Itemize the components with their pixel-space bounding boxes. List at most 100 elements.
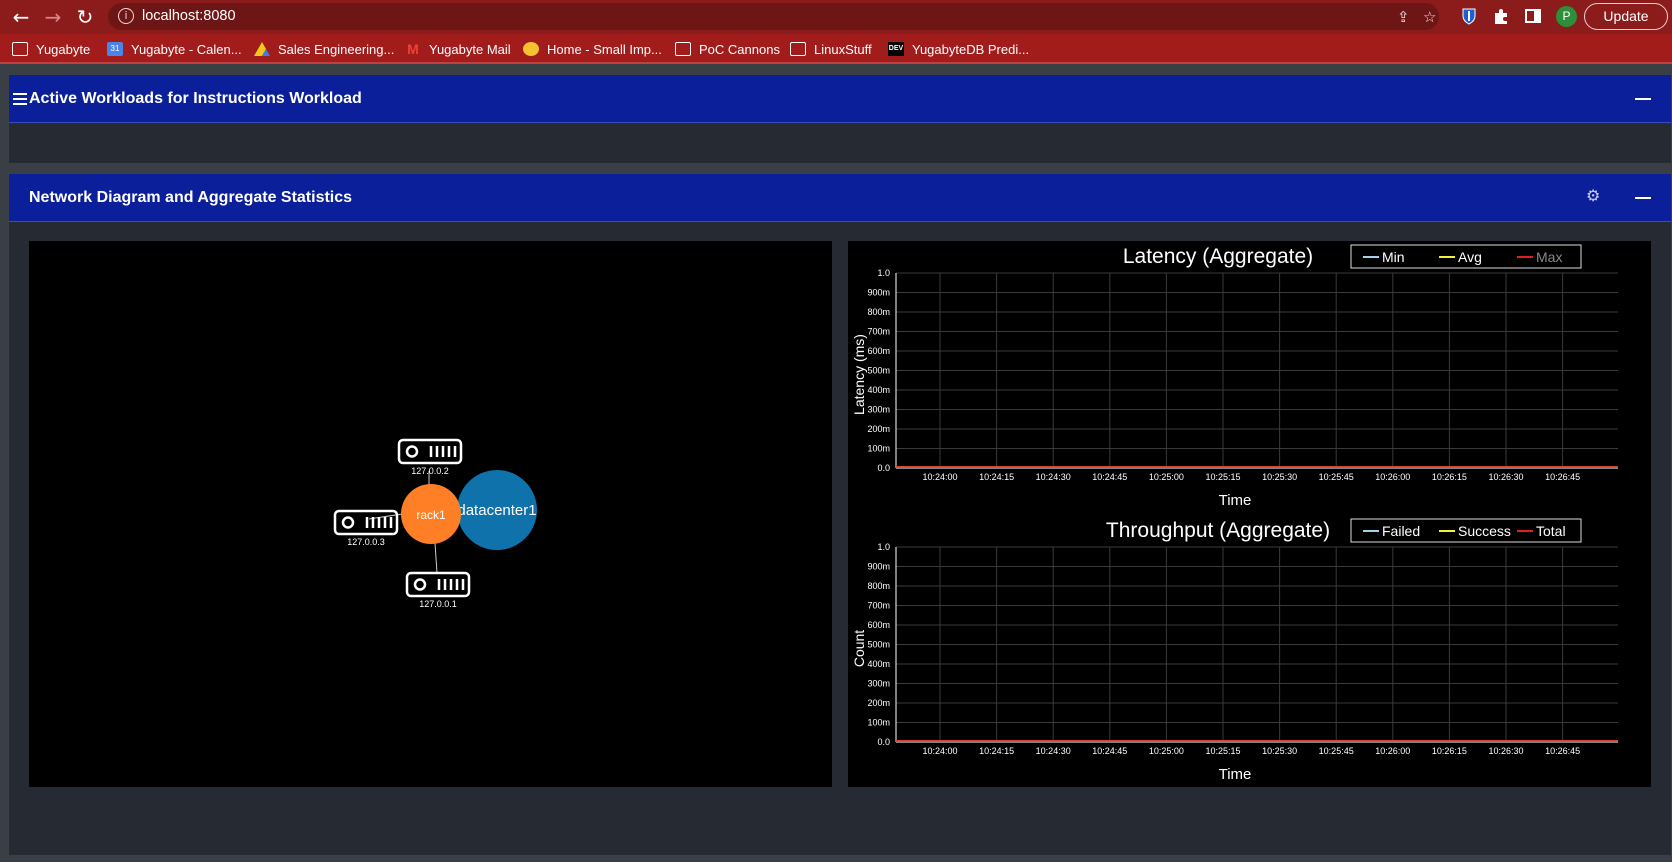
x-tick-label: 10:26:15 bbox=[1432, 746, 1467, 756]
y-axis-label: Latency (ms) bbox=[851, 334, 867, 415]
y-tick-label: 300m bbox=[867, 405, 890, 415]
calendar-icon: 31 bbox=[107, 42, 123, 56]
menu-icon[interactable] bbox=[13, 93, 27, 108]
back-arrow-icon[interactable]: ← bbox=[8, 4, 34, 30]
y-tick-label: 0.0 bbox=[877, 737, 890, 747]
x-tick-label: 10:26:45 bbox=[1545, 746, 1580, 756]
folder-icon bbox=[675, 42, 691, 56]
legend-label: Min bbox=[1382, 249, 1405, 265]
bookmark-sales-engineering[interactable]: Sales Engineering... bbox=[254, 40, 394, 58]
x-tick-label: 10:24:00 bbox=[922, 746, 957, 756]
minimize-icon[interactable] bbox=[1635, 197, 1651, 199]
y-tick-label: 800m bbox=[867, 307, 890, 317]
x-tick-label: 10:24:45 bbox=[1092, 472, 1127, 482]
y-tick-label: 1.0 bbox=[877, 542, 890, 552]
bitwarden-shield-icon[interactable] bbox=[1460, 7, 1478, 25]
share-icon[interactable]: ⇪ bbox=[1397, 8, 1410, 26]
y-tick-label: 900m bbox=[867, 562, 890, 572]
folder-icon bbox=[12, 42, 28, 56]
reload-icon[interactable]: ↻ bbox=[72, 4, 98, 30]
app-content: Active Workloads for Instructions Worklo… bbox=[0, 66, 1672, 862]
bookmark-yugabytedb[interactable]: DEV YugabyteDB Predi... bbox=[888, 40, 1029, 58]
drive-icon bbox=[254, 42, 270, 56]
panel-title: Network Diagram and Aggregate Statistics bbox=[29, 189, 353, 206]
x-tick-label: 10:25:00 bbox=[1149, 746, 1184, 756]
x-tick-label: 10:25:45 bbox=[1319, 746, 1354, 756]
y-tick-label: 200m bbox=[867, 698, 890, 708]
x-tick-label: 10:25:15 bbox=[1205, 472, 1240, 482]
server-label: 127.0.0.1 bbox=[419, 599, 457, 609]
bookmark-yugabyte-mail[interactable]: M Yugabyte Mail bbox=[405, 40, 511, 58]
y-tick-label: 100m bbox=[867, 718, 890, 728]
panel-title: Active Workloads for Instructions Worklo… bbox=[29, 90, 362, 107]
datacenter-label: datacenter1 bbox=[457, 502, 536, 519]
x-tick-label: 10:26:00 bbox=[1375, 472, 1410, 482]
address-bar[interactable]: i localhost:8080 ⇪ ☆ bbox=[108, 3, 1439, 30]
chart-title: Throughput (Aggregate) bbox=[1106, 519, 1330, 542]
x-tick-label: 10:24:15 bbox=[979, 746, 1014, 756]
y-tick-label: 400m bbox=[867, 385, 890, 395]
x-tick-label: 10:25:15 bbox=[1205, 746, 1240, 756]
y-tick-label: 900m bbox=[867, 288, 890, 298]
extensions-puzzle-icon[interactable] bbox=[1492, 7, 1510, 25]
y-tick-label: 100m bbox=[867, 444, 890, 454]
x-axis-label: Time bbox=[1219, 766, 1252, 783]
y-tick-label: 300m bbox=[867, 679, 890, 689]
legend-label: Max bbox=[1536, 249, 1562, 265]
y-tick-label: 1.0 bbox=[877, 268, 890, 278]
x-axis-label: Time bbox=[1219, 492, 1252, 509]
x-tick-label: 10:25:30 bbox=[1262, 746, 1297, 756]
folder-icon bbox=[790, 42, 806, 56]
y-tick-label: 500m bbox=[867, 366, 890, 376]
panel-header: Active Workloads for Instructions Worklo… bbox=[9, 75, 1671, 123]
x-tick-label: 10:26:45 bbox=[1545, 472, 1580, 482]
side-panel-icon[interactable] bbox=[1524, 7, 1542, 25]
bookmark-label: Yugabyte bbox=[36, 41, 91, 57]
server-label: 127.0.0.2 bbox=[411, 466, 449, 476]
server-node[interactable]: 127.0.0.2 bbox=[397, 438, 463, 476]
y-tick-label: 700m bbox=[867, 327, 890, 337]
legend-label: Failed bbox=[1382, 523, 1420, 539]
y-tick-label: 800m bbox=[867, 581, 890, 591]
bookmark-yugabyte[interactable]: Yugabyte bbox=[12, 40, 90, 58]
bookmark-label: Home - Small Imp... bbox=[547, 41, 662, 57]
panel-header: Network Diagram and Aggregate Statistics… bbox=[9, 174, 1671, 222]
legend-label: Total bbox=[1536, 523, 1566, 539]
gmail-icon: M bbox=[407, 41, 419, 57]
server-node[interactable]: 127.0.0.1 bbox=[405, 571, 471, 609]
y-tick-label: 600m bbox=[867, 620, 890, 630]
bookmark-label: PoC Cannons bbox=[699, 41, 780, 57]
gear-icon[interactable]: ⚙ bbox=[1586, 186, 1600, 205]
chart-title: Latency (Aggregate) bbox=[1123, 245, 1313, 268]
y-axis-label: Count bbox=[851, 630, 867, 667]
profile-avatar[interactable]: P bbox=[1556, 6, 1577, 27]
forward-arrow-icon[interactable]: → bbox=[40, 4, 66, 30]
url-text[interactable]: localhost:8080 bbox=[142, 8, 236, 24]
x-tick-label: 10:26:15 bbox=[1432, 472, 1467, 482]
update-button[interactable]: Update bbox=[1584, 3, 1668, 30]
server-label: 127.0.0.3 bbox=[347, 537, 385, 547]
bookmark-label: YugabyteDB Predi... bbox=[912, 41, 1030, 57]
bookmark-home[interactable]: Home - Small Imp... bbox=[523, 40, 662, 58]
x-tick-label: 10:26:30 bbox=[1488, 472, 1523, 482]
x-tick-label: 10:25:45 bbox=[1319, 472, 1354, 482]
bookmarks-bar: Yugabyte 31 Yugabyte - Calen... Sales Eng… bbox=[0, 34, 1672, 64]
x-tick-label: 10:24:15 bbox=[979, 472, 1014, 482]
y-tick-label: 600m bbox=[867, 346, 890, 356]
aggregate-charts[interactable]: Latency (Aggregate) 0.0 100m 200m 300m 400m 50… bbox=[848, 241, 1651, 787]
legend-label: Success bbox=[1458, 523, 1511, 539]
bookmark-linuxstuff[interactable]: LinuxStuff bbox=[790, 40, 872, 58]
x-tick-label: 10:26:30 bbox=[1488, 746, 1523, 756]
x-tick-label: 10:24:00 bbox=[922, 472, 957, 482]
bookmark-poc-cannons[interactable]: PoC Cannons bbox=[675, 40, 780, 58]
x-tick-label: 10:24:30 bbox=[1036, 472, 1071, 482]
bookmark-star-icon[interactable]: ☆ bbox=[1423, 8, 1436, 26]
network-diagram[interactable]: datacenter1 rack1 127.0.0.2 127.0.0.3 12… bbox=[29, 241, 832, 787]
bookmark-calendar[interactable]: 31 Yugabyte - Calen... bbox=[107, 40, 242, 58]
browser-toolbar: ← → ↻ i localhost:8080 ⇪ ☆ P Update bbox=[0, 0, 1672, 34]
x-tick-label: 10:24:30 bbox=[1036, 746, 1071, 756]
y-tick-label: 500m bbox=[867, 640, 890, 650]
x-tick-label: 10:24:45 bbox=[1092, 746, 1127, 756]
minimize-icon[interactable] bbox=[1635, 98, 1651, 100]
site-info-icon[interactable]: i bbox=[118, 8, 134, 24]
